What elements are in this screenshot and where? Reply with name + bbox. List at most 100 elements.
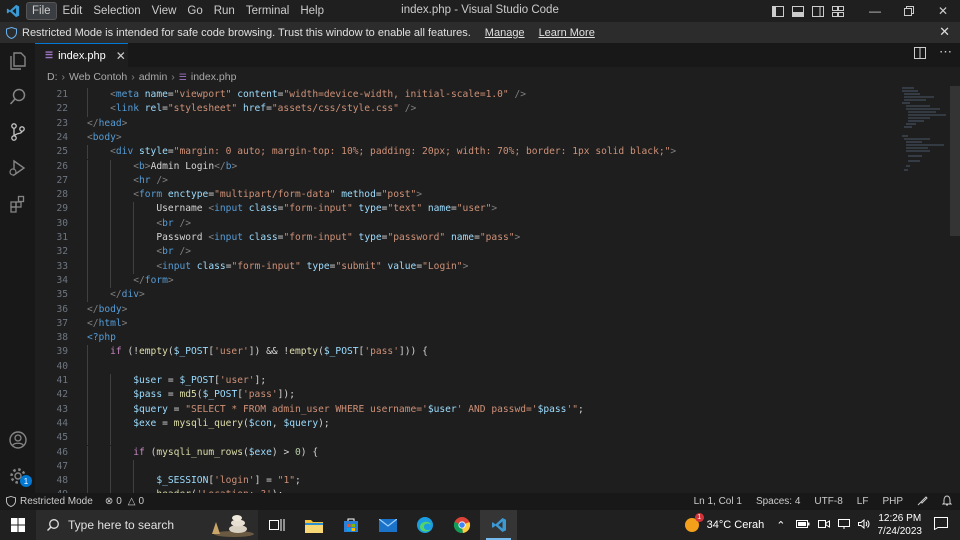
toggle-secondary-sidebar-icon[interactable] <box>808 0 828 22</box>
code-token: > <box>462 260 469 272</box>
code-line[interactable]: 23 </head> <box>35 117 885 131</box>
status-encoding[interactable]: UTF-8 <box>814 496 842 507</box>
source-control-icon[interactable] <box>0 117 35 147</box>
menu-selection[interactable]: Selection <box>88 3 145 19</box>
code-line[interactable]: 31 Password <input class="form-input" typ… <box>35 231 885 246</box>
minimap[interactable] <box>900 86 950 196</box>
code-line[interactable]: 41 $user = $_POST['user']; <box>35 374 885 389</box>
taskbar-clock[interactable]: 12:26 PM 7/24/2023 <box>878 512 923 538</box>
breadcrumb-file[interactable]: index.php <box>191 71 237 83</box>
status-indentation[interactable]: Spaces: 4 <box>756 496 800 507</box>
code-line[interactable]: 48 $_SESSION['login'] = "1"; <box>35 474 885 489</box>
status-restricted-mode[interactable]: Restricted Mode <box>0 493 99 510</box>
breadcrumb-folder[interactable]: Web Contoh <box>69 71 127 83</box>
code-line[interactable]: 24 <body> <box>35 131 885 145</box>
line-number: 40 <box>56 360 68 372</box>
network-icon[interactable] <box>837 518 850 532</box>
indent-guide <box>87 188 88 203</box>
code-line[interactable]: 35 </div> <box>35 288 885 303</box>
menu-view[interactable]: View <box>147 3 182 19</box>
menu-edit[interactable]: Edit <box>58 3 88 19</box>
feedback-icon[interactable] <box>917 495 928 509</box>
code-token: "form-input" <box>231 260 301 272</box>
notification-center-icon[interactable] <box>934 517 948 533</box>
code-line[interactable]: 27 <hr /> <box>35 173 885 189</box>
code-line[interactable]: 22 <link rel="stylesheet" href="assets/cs… <box>35 102 885 117</box>
edge-browser-icon[interactable] <box>406 510 443 540</box>
code-line[interactable]: 38 <?php <box>35 331 885 345</box>
more-actions-icon[interactable]: ⋯ <box>939 45 952 63</box>
menu-help[interactable]: Help <box>295 3 329 19</box>
code-line[interactable]: 29 Username <input class="form-input" typ… <box>35 202 885 217</box>
manage-link[interactable]: Manage <box>485 27 525 39</box>
code-line[interactable]: 25 <div style="margin: 0 auto; margin-top… <box>35 145 885 160</box>
tab-index-php[interactable]: ☰ index.php ✕ <box>35 43 128 67</box>
code-token: /> <box>404 103 417 115</box>
code-line[interactable]: 37 </html> <box>35 317 885 331</box>
code-line[interactable]: 26 <b>Admin Login</b> <box>35 159 885 174</box>
volume-icon[interactable] <box>857 518 870 532</box>
code-line[interactable]: 28 <form enctype="multipart/form-data" me… <box>35 188 885 203</box>
code-line[interactable]: 21 <meta name="viewport" content="width=d… <box>35 88 885 103</box>
breadcrumb-subfolder[interactable]: admin <box>139 71 168 83</box>
code-line[interactable]: 32 <br /> <box>35 245 885 260</box>
code-line[interactable]: 42 $pass = md5($_POST['pass']); <box>35 388 885 403</box>
close-window-button[interactable]: ✕ <box>926 0 960 22</box>
code-line[interactable]: 30 <br /> <box>35 216 885 231</box>
vscode-taskbar-icon[interactable] <box>480 510 517 540</box>
vscode-logo-icon[interactable] <box>0 0 26 22</box>
code-line[interactable]: 45 <box>35 431 885 446</box>
menu-go[interactable]: Go <box>182 3 207 19</box>
minimize-button[interactable]: — <box>858 0 892 22</box>
line-number: 37 <box>56 317 68 329</box>
chevron-up-icon[interactable]: ⌃ <box>776 519 785 532</box>
code-token: ' AND passwd=' <box>456 403 538 415</box>
code-line[interactable]: 44 $exe = mysqli_query($con, $query); <box>35 416 885 432</box>
code-line[interactable]: 47 <box>35 459 885 475</box>
mail-icon[interactable] <box>369 510 406 540</box>
restore-button[interactable] <box>892 0 926 22</box>
accounts-icon[interactable] <box>0 425 35 455</box>
status-eol[interactable]: LF <box>857 496 869 507</box>
extensions-icon[interactable] <box>0 189 35 219</box>
learn-more-link[interactable]: Learn More <box>539 27 595 39</box>
code-line[interactable]: 40 <box>35 359 885 374</box>
run-debug-icon[interactable] <box>0 153 35 183</box>
microsoft-store-icon[interactable] <box>332 510 369 540</box>
menu-run[interactable]: Run <box>209 3 240 19</box>
toggle-panel-icon[interactable] <box>788 0 808 22</box>
task-view-icon[interactable] <box>258 510 295 540</box>
chrome-browser-icon[interactable] <box>443 510 480 540</box>
code-line[interactable]: 34 </form> <box>35 273 885 289</box>
menu-file[interactable]: File <box>26 2 57 20</box>
code-line[interactable]: 39 if (!empty($_POST['user']) && !empty($… <box>35 345 885 360</box>
weather-widget[interactable]: 1 34°C Cerah <box>683 513 764 534</box>
code-line[interactable]: 33 <input class="form-input" type="submit… <box>35 259 885 274</box>
tab-close-icon[interactable]: ✕ <box>116 49 126 63</box>
customize-layout-icon[interactable] <box>828 0 848 22</box>
vertical-scrollbar[interactable] <box>950 86 960 236</box>
battery-icon[interactable] <box>795 518 810 532</box>
explorer-icon[interactable] <box>0 46 35 76</box>
banner-close-icon[interactable]: ✕ <box>939 24 950 40</box>
code-line[interactable]: 36 </body> <box>35 303 885 317</box>
status-cursor-position[interactable]: Ln 1, Col 1 <box>694 496 742 507</box>
windows-start-icon[interactable] <box>0 510 36 540</box>
status-language[interactable]: PHP <box>882 496 903 507</box>
toggle-primary-sidebar-icon[interactable] <box>768 0 788 22</box>
indent-guide <box>110 445 112 460</box>
code-line[interactable]: 43 $query = "SELECT * FROM admin_user WHE… <box>35 402 885 417</box>
meet-now-icon[interactable] <box>817 518 830 532</box>
banner-message: Restricted Mode is intended for safe cod… <box>22 26 471 39</box>
split-editor-icon[interactable] <box>913 46 927 63</box>
code-editor[interactable]: 21 <meta name="viewport" content="width=d… <box>35 86 960 493</box>
menu-terminal[interactable]: Terminal <box>241 3 294 19</box>
taskbar-search-box[interactable]: Type here to search <box>36 510 258 540</box>
line-number: 28 <box>56 189 68 201</box>
status-problems[interactable]: ⊗ 0 △ 0 <box>105 496 144 507</box>
search-icon[interactable] <box>0 82 35 112</box>
notifications-bell-icon[interactable] <box>941 494 953 509</box>
file-explorer-icon[interactable] <box>295 510 332 540</box>
breadcrumb-drive[interactable]: D: <box>47 71 58 83</box>
code-line[interactable]: 46 if (mysqli_num_rows($exe) > 0) { <box>35 445 885 460</box>
